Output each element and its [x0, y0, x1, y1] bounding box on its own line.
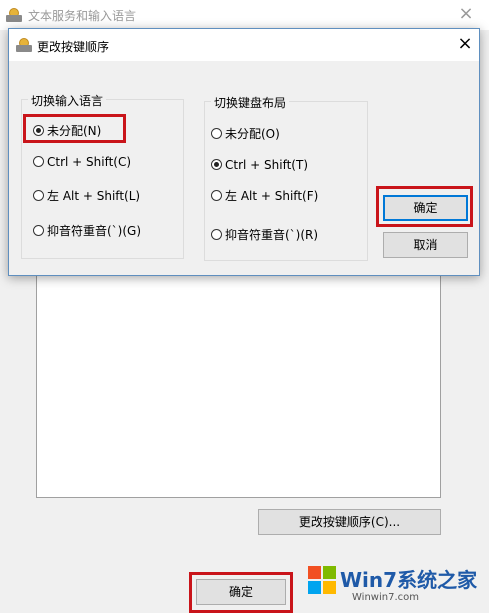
dialog-close-icon[interactable]: ×	[455, 35, 475, 55]
change-key-sequence-dialog: 更改按键顺序 × 切换输入语言 未分配(N) Ctrl + Shift(C) 左…	[8, 28, 480, 276]
keyboard-layout-legend: 切换键盘布局	[211, 94, 290, 111]
parent-window-title: 文本服务和输入语言	[28, 9, 137, 23]
change-key-sequence-button[interactable]: 更改按键顺序(C)...	[258, 509, 441, 535]
radio-input-alt-shift[interactable]: 左 Alt + Shift(L)	[33, 187, 140, 205]
watermark: Win7系统之家 Winwin7.com	[300, 560, 489, 613]
radio-layout-grave[interactable]: 抑音符重音(`)(R)	[211, 226, 318, 244]
radio-layout-ctrl-shift[interactable]: Ctrl + Shift(T)	[211, 157, 308, 175]
watermark-url: Winwin7.com	[352, 592, 419, 603]
input-language-legend: 切换输入语言	[28, 92, 107, 109]
radio-dot[interactable]	[33, 156, 44, 167]
radio-dot[interactable]	[211, 190, 222, 201]
radio-dot[interactable]	[33, 190, 44, 201]
parent-ok-button[interactable]: 确定	[196, 579, 286, 605]
radio-layout-unassigned[interactable]: 未分配(O)	[211, 125, 280, 143]
radio-layout-alt-shift[interactable]: 左 Alt + Shift(F)	[211, 187, 318, 205]
radio-dot[interactable]	[33, 225, 44, 236]
radio-dot[interactable]	[211, 128, 222, 139]
radio-input-unassigned[interactable]: 未分配(N)	[33, 122, 101, 140]
radio-dot[interactable]	[211, 159, 222, 170]
dialog-cancel-button[interactable]: 取消	[383, 232, 468, 258]
parent-close-icon[interactable]: ×	[456, 5, 476, 25]
keyboard-globe-icon	[6, 8, 22, 22]
windows-logo-icon	[308, 566, 338, 596]
radio-input-grave[interactable]: 抑音符重音(`)(G)	[33, 222, 141, 240]
dialog-title: 更改按键顺序	[37, 40, 110, 54]
radio-input-ctrl-shift[interactable]: Ctrl + Shift(C)	[33, 154, 131, 172]
hotkey-list[interactable]	[36, 270, 441, 498]
parent-title-bar: 文本服务和输入语言 ×	[0, 0, 489, 30]
radio-dot[interactable]	[33, 125, 44, 136]
watermark-brand: Win7系统之家	[340, 568, 478, 592]
dialog-title-bar: 更改按键顺序 ×	[9, 29, 479, 61]
dialog-keyboard-globe-icon	[16, 38, 32, 52]
radio-dot[interactable]	[211, 229, 222, 240]
dialog-ok-button[interactable]: 确定	[383, 195, 468, 221]
